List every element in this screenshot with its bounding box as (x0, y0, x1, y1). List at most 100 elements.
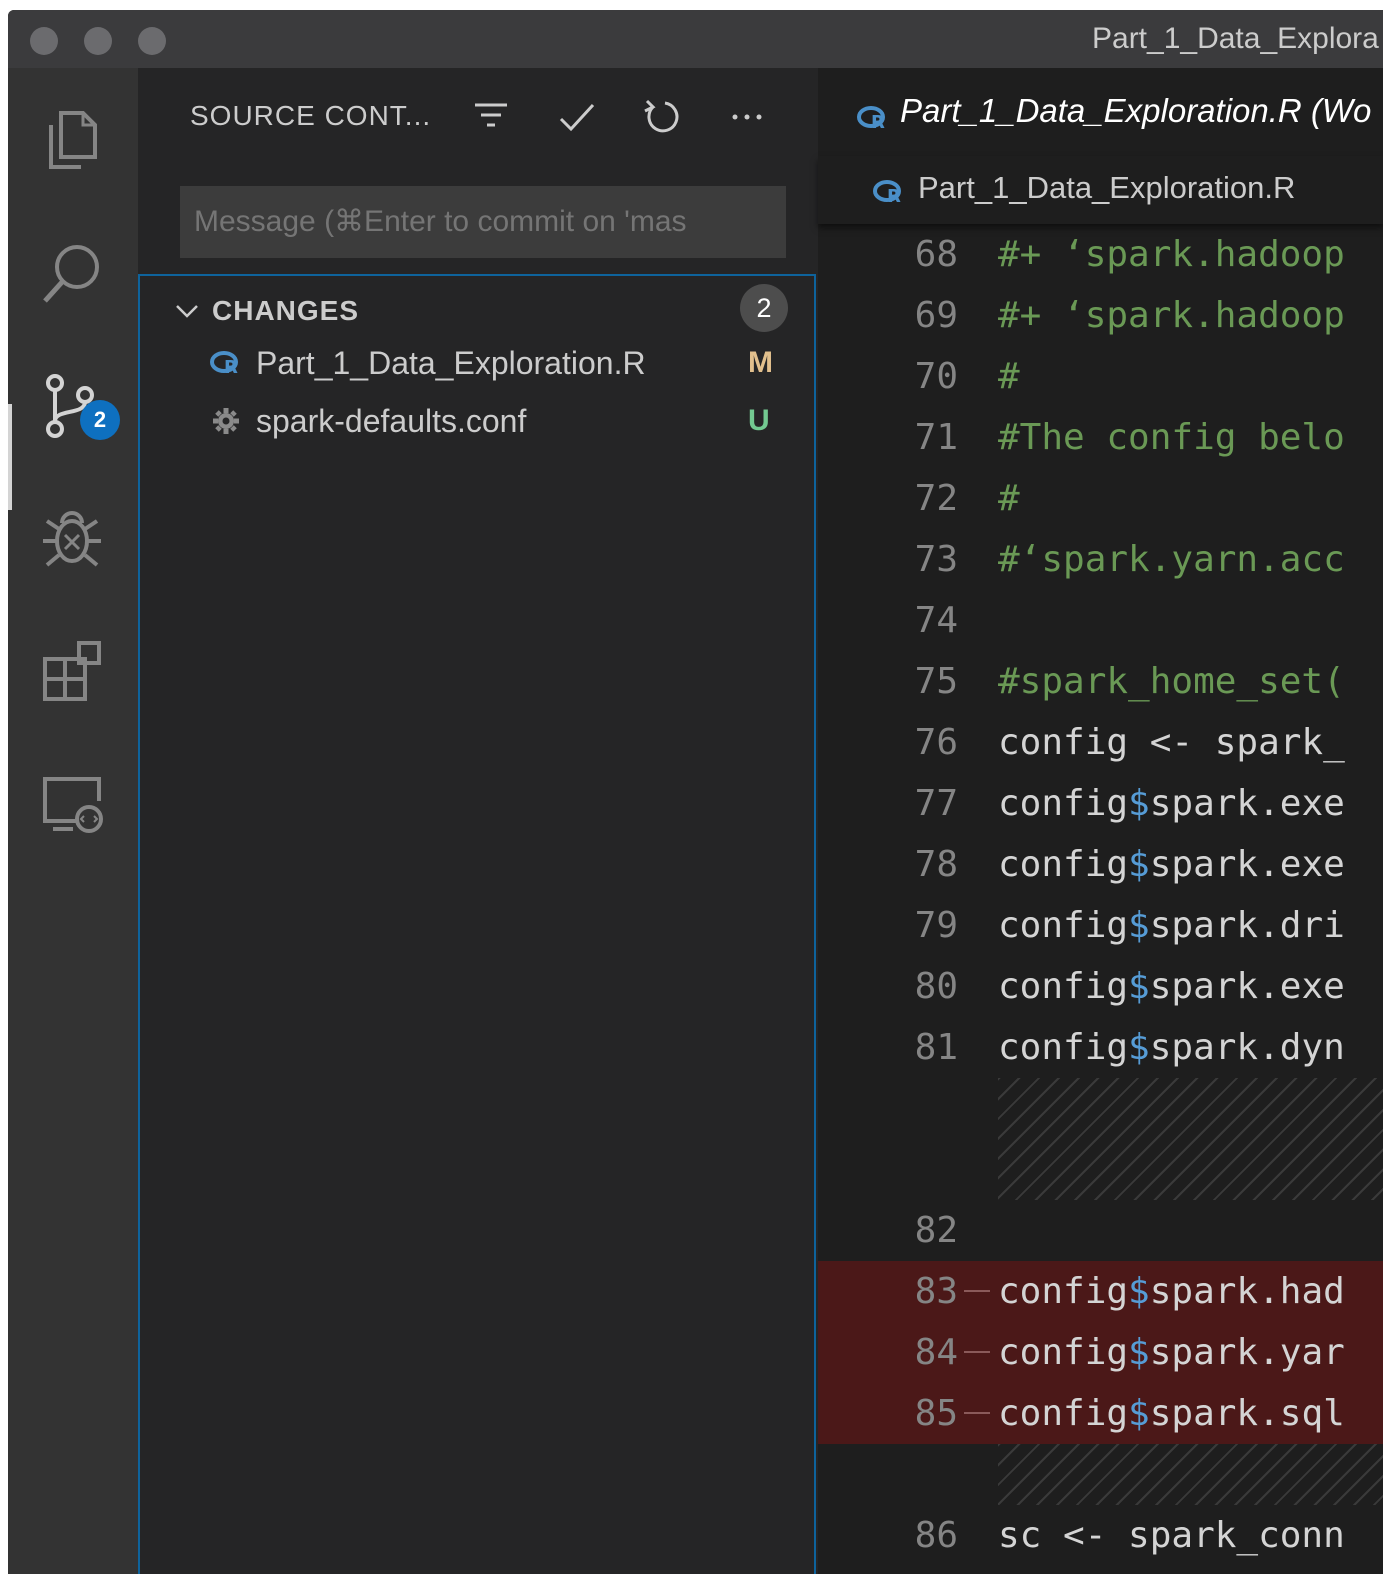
extensions-button[interactable] (34, 634, 110, 710)
line-number: 75 (914, 661, 958, 702)
code-line: 82 (818, 1200, 1383, 1261)
line-number: 83 (914, 1271, 958, 1312)
diff-hatch-spacer (998, 1078, 1383, 1200)
vscode-window: Part_1_Data_Explora 2 SOURCE CONT... Mes… (8, 10, 1383, 1574)
run-debug-button[interactable] (34, 500, 110, 576)
line-number: 69 (914, 295, 958, 336)
line-number: 76 (914, 722, 958, 763)
diff-hatch-spacer (998, 1444, 1383, 1505)
dollar-token: $ (1128, 1271, 1150, 1312)
gear-file-icon (213, 408, 239, 434)
dollar-token: $ (1128, 783, 1150, 824)
code-text: sc <- spark_conn (998, 1505, 1345, 1566)
comment-token: #+ ‘spark.hadoop (998, 234, 1345, 275)
search-button[interactable] (34, 236, 110, 312)
code-token: config (998, 1393, 1129, 1434)
code-editor[interactable]: 68 #+ ‘spark.hadoop 69 #+ ‘spark.hadoop 70 #7… (818, 224, 1383, 1574)
minimize-window-button[interactable] (84, 27, 112, 55)
code-text: # (998, 346, 1020, 407)
code-line: 77 config$spark.exe (818, 773, 1383, 834)
chevron-down-icon (176, 305, 198, 318)
line-number: 84 (914, 1332, 958, 1373)
code-token: spark.dyn (1149, 1027, 1345, 1068)
code-text: #spark_home_set( (998, 651, 1345, 712)
dollar-token: $ (1128, 905, 1150, 946)
dollar-token: $ (1128, 844, 1150, 885)
line-number: 77 (914, 783, 958, 824)
code-line: 72 # (818, 468, 1383, 529)
title-bar: Part_1_Data_Explora (8, 10, 1383, 68)
code-token: config (998, 844, 1129, 885)
line-number: 82 (914, 1210, 958, 1251)
line-number: 72 (914, 478, 958, 519)
code-line: 76 config <- spark_ (818, 712, 1383, 773)
code-token: config (998, 966, 1129, 1007)
remote-explorer-icon (43, 777, 103, 833)
editor-area: R Part_1_Data_Exploration.R (Wo R Part_1… (818, 68, 1383, 1574)
code-token: spark.had (1149, 1271, 1345, 1312)
code-line: 80 config$spark.exe (818, 956, 1383, 1017)
code-text: config$spark.exe (998, 956, 1345, 1017)
line-number: 78 (914, 844, 958, 885)
r-file-icon: R (873, 180, 901, 206)
code-text: #+ ‘spark.hadoop (998, 224, 1345, 285)
close-window-button[interactable] (30, 27, 58, 55)
code-line: 70 # (818, 346, 1383, 407)
code-token: config (998, 905, 1129, 946)
panel-title: SOURCE CONT... (190, 100, 432, 131)
dollar-token: $ (1128, 1393, 1150, 1434)
code-line: 74 (818, 590, 1383, 651)
svg-text:R: R (887, 186, 901, 206)
code-text: config$spark.yar (998, 1322, 1345, 1383)
window-title: Part_1_Data_Explora (1092, 22, 1379, 55)
check-icon (559, 103, 595, 132)
code-line: 86 sc <- spark_conn (818, 1505, 1383, 1566)
svg-text:R: R (224, 357, 238, 377)
changes-count-badge: 2 (740, 284, 788, 332)
changed-file-row[interactable]: R Part_1_Data_Exploration.R M (210, 336, 790, 390)
comment-token: #spark_home_set( (998, 661, 1345, 702)
code-text: #The config belo (998, 407, 1345, 468)
active-indicator (8, 404, 12, 510)
remote-explorer-button[interactable] (34, 768, 110, 844)
line-number: 73 (914, 539, 958, 580)
commit-button[interactable] (554, 94, 600, 140)
more-actions-button[interactable] (724, 94, 770, 140)
explorer-button[interactable] (34, 102, 110, 178)
comment-token: # (998, 356, 1020, 397)
minus-icon (964, 1290, 990, 1292)
extensions-icon (43, 641, 101, 701)
editor-tab[interactable]: Part_1_Data_Exploration.R (Wo (900, 92, 1371, 130)
line-number: 80 (914, 966, 958, 1007)
deleted-code-line: 84 config$spark.yar (818, 1322, 1383, 1383)
view-as-tree-button[interactable] (468, 94, 514, 140)
changes-header[interactable]: CHANGES (174, 288, 359, 334)
code-line: 75 #spark_home_set( (818, 651, 1383, 712)
refresh-button[interactable] (638, 94, 684, 140)
code-token: config <- spark_ (998, 722, 1345, 763)
code-token: config (998, 1027, 1129, 1068)
changes-section: CHANGES 2 R Part_1_Data_Exploration.R M (138, 274, 816, 1574)
r-file-icon: R (857, 106, 885, 132)
code-token: spark.exe (1149, 966, 1345, 1007)
code-text: config$spark.dri (998, 895, 1345, 956)
search-icon (43, 245, 99, 303)
breadcrumb-file[interactable]: Part_1_Data_Exploration.R (918, 170, 1295, 206)
comment-token: #The config belo (998, 417, 1345, 458)
code-token: sc <- spark_conn (998, 1515, 1345, 1556)
code-text: #‘spark.yarn.acc (998, 529, 1345, 590)
code-line: 81 config$spark.dyn (818, 1017, 1383, 1078)
code-token: config (998, 783, 1129, 824)
changed-file-row[interactable]: spark-defaults.conf U (210, 394, 790, 448)
activity-bar: 2 (8, 68, 138, 1574)
line-number: 74 (914, 600, 958, 641)
code-line: 73 #‘spark.yarn.acc (818, 529, 1383, 590)
file-name: spark-defaults.conf (256, 402, 527, 439)
zoom-window-button[interactable] (138, 27, 166, 55)
code-line: 69 #+ ‘spark.hadoop (818, 285, 1383, 346)
editor-tab-bar: R Part_1_Data_Exploration.R (Wo (818, 68, 1383, 156)
code-token: spark.dri (1149, 905, 1345, 946)
line-number: 70 (914, 356, 958, 397)
code-text: config$spark.sql (998, 1383, 1345, 1444)
commit-message-input[interactable] (180, 186, 786, 258)
